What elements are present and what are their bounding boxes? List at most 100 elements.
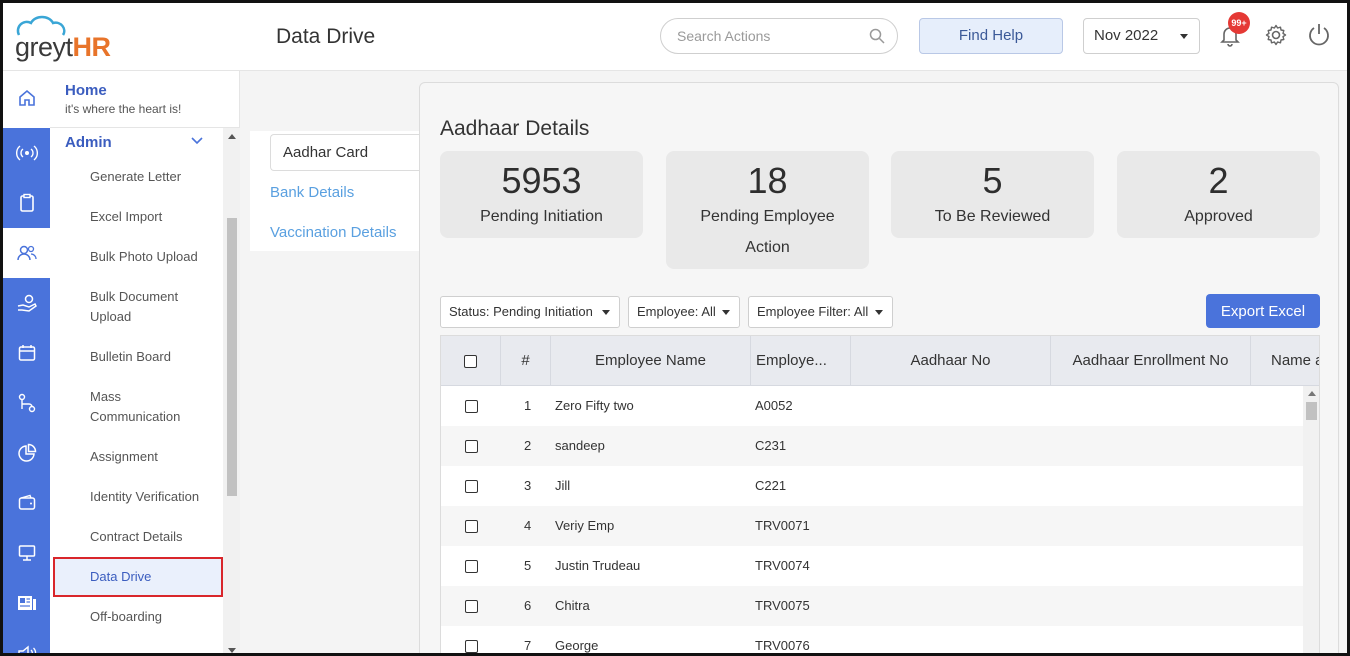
rail-people[interactable] (3, 228, 50, 278)
employee-name: Jill (555, 478, 571, 493)
chevron-down-icon[interactable] (190, 136, 204, 146)
table-row[interactable]: 4 Veriy Emp TRV0071 (441, 506, 1303, 546)
stat-value: 5953 (501, 160, 582, 201)
rail-announcements[interactable] (3, 628, 50, 653)
table-row[interactable]: 2 sandeep C231 (441, 426, 1303, 466)
scrollbar-thumb[interactable] (227, 218, 237, 496)
row-checkbox[interactable] (465, 560, 478, 574)
scroll-up-icon[interactable] (1308, 391, 1316, 396)
search-icon[interactable] (869, 28, 885, 44)
sidebar-item-mass-communication[interactable]: Mass Communication (53, 387, 223, 427)
hand-coin-icon (17, 294, 37, 312)
table-row[interactable]: 3 Jill C221 (441, 466, 1303, 506)
table-row[interactable]: 7 George TRV0076 (441, 626, 1303, 653)
col-header-name-as-per-aadhaar[interactable]: Name a (1251, 336, 1319, 386)
people-icon (16, 245, 37, 261)
sidebar-item-bulletin-board[interactable]: Bulletin Board (53, 347, 223, 367)
sidebar-item-excel-import[interactable]: Excel Import (53, 207, 223, 227)
stat-card-approved[interactable]: 2 Approved (1117, 151, 1320, 238)
admin-section-toggle[interactable]: Admin (65, 134, 112, 151)
sidebar-item-assignment[interactable]: Assignment (53, 447, 223, 467)
stat-label: Action (745, 239, 790, 256)
subnav-item-bank-details[interactable]: Bank Details (270, 184, 354, 201)
pie-chart-icon (17, 443, 36, 462)
scrollbar-thumb[interactable] (1306, 402, 1317, 420)
search-box[interactable] (660, 18, 898, 54)
employee-id: TRV0074 (755, 558, 810, 573)
wallet-icon (18, 494, 35, 510)
sidebar-item-contract-details[interactable]: Contract Details (53, 527, 223, 547)
chevron-down-icon (722, 310, 730, 315)
notification-badge: 99+ (1228, 12, 1250, 34)
row-checkbox[interactable] (465, 520, 478, 534)
stat-label: To Be Reviewed (934, 208, 1051, 225)
col-header-number[interactable]: # (501, 336, 551, 386)
stat-card-to-be-reviewed[interactable]: 5 To Be Reviewed (891, 151, 1094, 238)
scroll-down-icon[interactable] (228, 648, 236, 653)
month-select[interactable]: Nov 2022 (1083, 18, 1200, 54)
table-scrollbar[interactable] (1303, 386, 1319, 653)
rail-wallet[interactable] (3, 478, 50, 528)
table-row[interactable]: 1 Zero Fifty two A0052 (441, 386, 1303, 426)
employee-filter-dropdown[interactable]: Employee: All (628, 296, 740, 328)
stat-label: Pending Employee (700, 208, 835, 225)
table-row[interactable]: 6 Chitra TRV0075 (441, 586, 1303, 626)
rail-news[interactable] (3, 578, 50, 628)
search-input[interactable] (677, 19, 867, 53)
stat-label: Pending Initiation (480, 208, 603, 225)
monitor-icon (18, 545, 35, 561)
col-header-employee-id[interactable]: Employe... (751, 336, 851, 386)
rail-broadcast[interactable] (3, 128, 50, 178)
row-checkbox[interactable] (465, 400, 478, 414)
sidebar-item-generate-letter[interactable]: Generate Letter (53, 167, 223, 187)
rail-monitor[interactable] (3, 528, 50, 578)
logo-text: greytHR (15, 32, 111, 62)
sidebar-item-bulk-photo-upload[interactable]: Bulk Photo Upload (53, 247, 223, 267)
home-icon (18, 89, 35, 106)
greythr-logo[interactable]: greytHR (13, 13, 128, 63)
scroll-up-icon[interactable] (228, 134, 236, 139)
gear-icon[interactable] (1264, 23, 1288, 47)
row-checkbox[interactable] (465, 600, 478, 614)
stat-card-pending-employee-action[interactable]: 18 Pending Employee Action (666, 151, 869, 269)
sidebar-item-bulk-document-upload[interactable]: Bulk Document Upload (53, 287, 223, 327)
export-excel-button[interactable]: Export Excel (1206, 294, 1320, 328)
chevron-down-icon (875, 310, 883, 315)
rail-clipboard[interactable] (3, 178, 50, 228)
sidebar-scrollbar[interactable] (223, 128, 240, 653)
row-number: 6 (524, 598, 532, 613)
news-icon (17, 596, 36, 610)
subnav-item-aadhar-card[interactable]: Aadhar Card (270, 134, 425, 171)
rail-home[interactable] (3, 73, 50, 123)
employee-name: Veriy Emp (555, 518, 615, 533)
sidebar-item-identity-verification[interactable]: Identity Verification (53, 487, 223, 507)
employee-id: C221 (755, 478, 787, 493)
subnav-item-vaccination-details[interactable]: Vaccination Details (270, 224, 396, 241)
sidebar-item-data-drive[interactable]: Data Drive (53, 557, 223, 597)
find-help-button[interactable]: Find Help (919, 18, 1063, 54)
row-checkbox[interactable] (465, 440, 478, 454)
col-header-employee-name[interactable]: Employee Name (551, 336, 751, 386)
employee-id: C231 (755, 438, 787, 453)
stat-card-pending-initiation[interactable]: 5953 Pending Initiation (440, 151, 643, 238)
sidebar-item-off-boarding[interactable]: Off-boarding (53, 607, 223, 627)
rail-calendar[interactable] (3, 328, 50, 378)
stat-label: Approved (1184, 208, 1253, 225)
employee-filter-type-dropdown[interactable]: Employee Filter: All (748, 296, 893, 328)
rail-payroll[interactable] (3, 278, 50, 328)
row-number: 1 (524, 398, 532, 413)
rail-workflow[interactable] (3, 378, 50, 428)
rail-reports[interactable] (3, 428, 50, 478)
col-header-aadhaar-no[interactable]: Aadhaar No (851, 336, 1051, 386)
stat-value: 5 (982, 160, 1003, 201)
power-icon[interactable] (1306, 22, 1332, 48)
home-link[interactable]: Home (65, 82, 107, 99)
col-header-aadhaar-enrollment-no[interactable]: Aadhaar Enrollment No (1051, 336, 1251, 386)
document-type-nav: Aadhar Card Bank Details Vaccination Det… (250, 131, 425, 251)
broadcast-icon (15, 145, 38, 161)
row-checkbox[interactable] (465, 640, 478, 653)
row-checkbox[interactable] (465, 480, 478, 494)
select-all-checkbox[interactable] (464, 354, 477, 368)
status-filter-dropdown[interactable]: Status: Pending Initiation (440, 296, 620, 328)
table-row[interactable]: 5 Justin Trudeau TRV0074 (441, 546, 1303, 586)
